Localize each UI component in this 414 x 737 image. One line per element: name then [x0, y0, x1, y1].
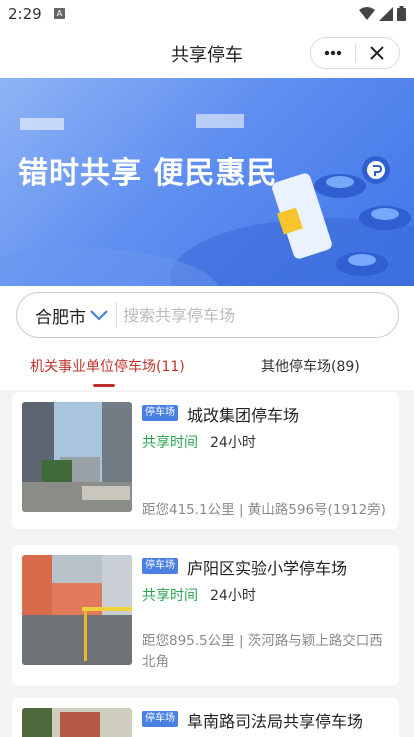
parking-lot-card[interactable]: 停车场 阜南路司法局共享停车场	[12, 698, 399, 737]
search-input[interactable]	[123, 293, 398, 337]
share-time-label: 共享时间	[142, 588, 198, 604]
status-bar: 2:29 A	[0, 0, 414, 28]
parking-lot-photo	[22, 708, 132, 737]
lot-name: 庐阳区实验小学停车场	[187, 559, 348, 578]
status-time: 2:29	[8, 5, 42, 23]
parking-lot-card[interactable]: 停车场 城改集团停车场 共享时间 24小时 距您415.1公里 | 黄山路596…	[12, 392, 399, 529]
chevron-down-icon	[90, 310, 108, 321]
active-tab-indicator	[93, 384, 115, 387]
tab-bar: 机关事业单位停车场(11) 其他停车场(89)	[0, 350, 414, 390]
more-button[interactable]	[311, 38, 355, 68]
lot-type-badge: 停车场	[142, 558, 178, 574]
mini-program-capsule	[310, 37, 400, 69]
lot-distance-address: 距您895.5公里 | 茨河路与颖上路交口西北角	[142, 633, 383, 670]
parking-lot-photo	[22, 555, 132, 665]
share-time-label: 共享时间	[142, 435, 198, 451]
banner: 错时共享 便民惠民	[0, 78, 414, 286]
lot-distance-address: 距您415.1公里 | 黄山路596号(1912旁)	[142, 502, 386, 518]
lot-name: 城改集团停车场	[187, 406, 300, 425]
tab-other-lots[interactable]: 其他停车场(89)	[261, 356, 360, 376]
search-section: 合肥市 机关事业单位停车场(11) 其他停车场(89)	[0, 286, 414, 390]
share-time-value: 24小时	[210, 588, 256, 604]
parking-lot-card[interactable]: 停车场 庐阳区实验小学停车场 共享时间 24小时 距您895.5公里 | 茨河路…	[12, 545, 399, 685]
lot-type-badge: 停车场	[142, 711, 178, 727]
signal-icon	[379, 6, 393, 21]
battery-icon	[397, 6, 406, 21]
city-label: 合肥市	[35, 307, 86, 328]
city-selector[interactable]: 合肥市	[17, 293, 108, 337]
more-icon	[324, 50, 341, 56]
tab-government-lots[interactable]: 机关事业单位停车场(11)	[30, 356, 185, 376]
wifi-icon	[359, 6, 375, 20]
notification-icon: A	[54, 8, 65, 19]
close-icon	[370, 46, 384, 60]
lot-name: 阜南路司法局共享停车场	[187, 712, 364, 731]
search-bar: 合肥市	[16, 292, 399, 338]
nav-bar: 共享停车	[0, 28, 414, 78]
status-icons	[359, 6, 406, 21]
close-button[interactable]	[356, 38, 400, 68]
search-divider	[116, 302, 117, 328]
share-time-value: 24小时	[210, 435, 256, 451]
lot-type-badge: 停车场	[142, 405, 178, 421]
parking-lot-photo	[22, 402, 132, 512]
banner-headline: 错时共享 便民惠民	[18, 156, 278, 191]
